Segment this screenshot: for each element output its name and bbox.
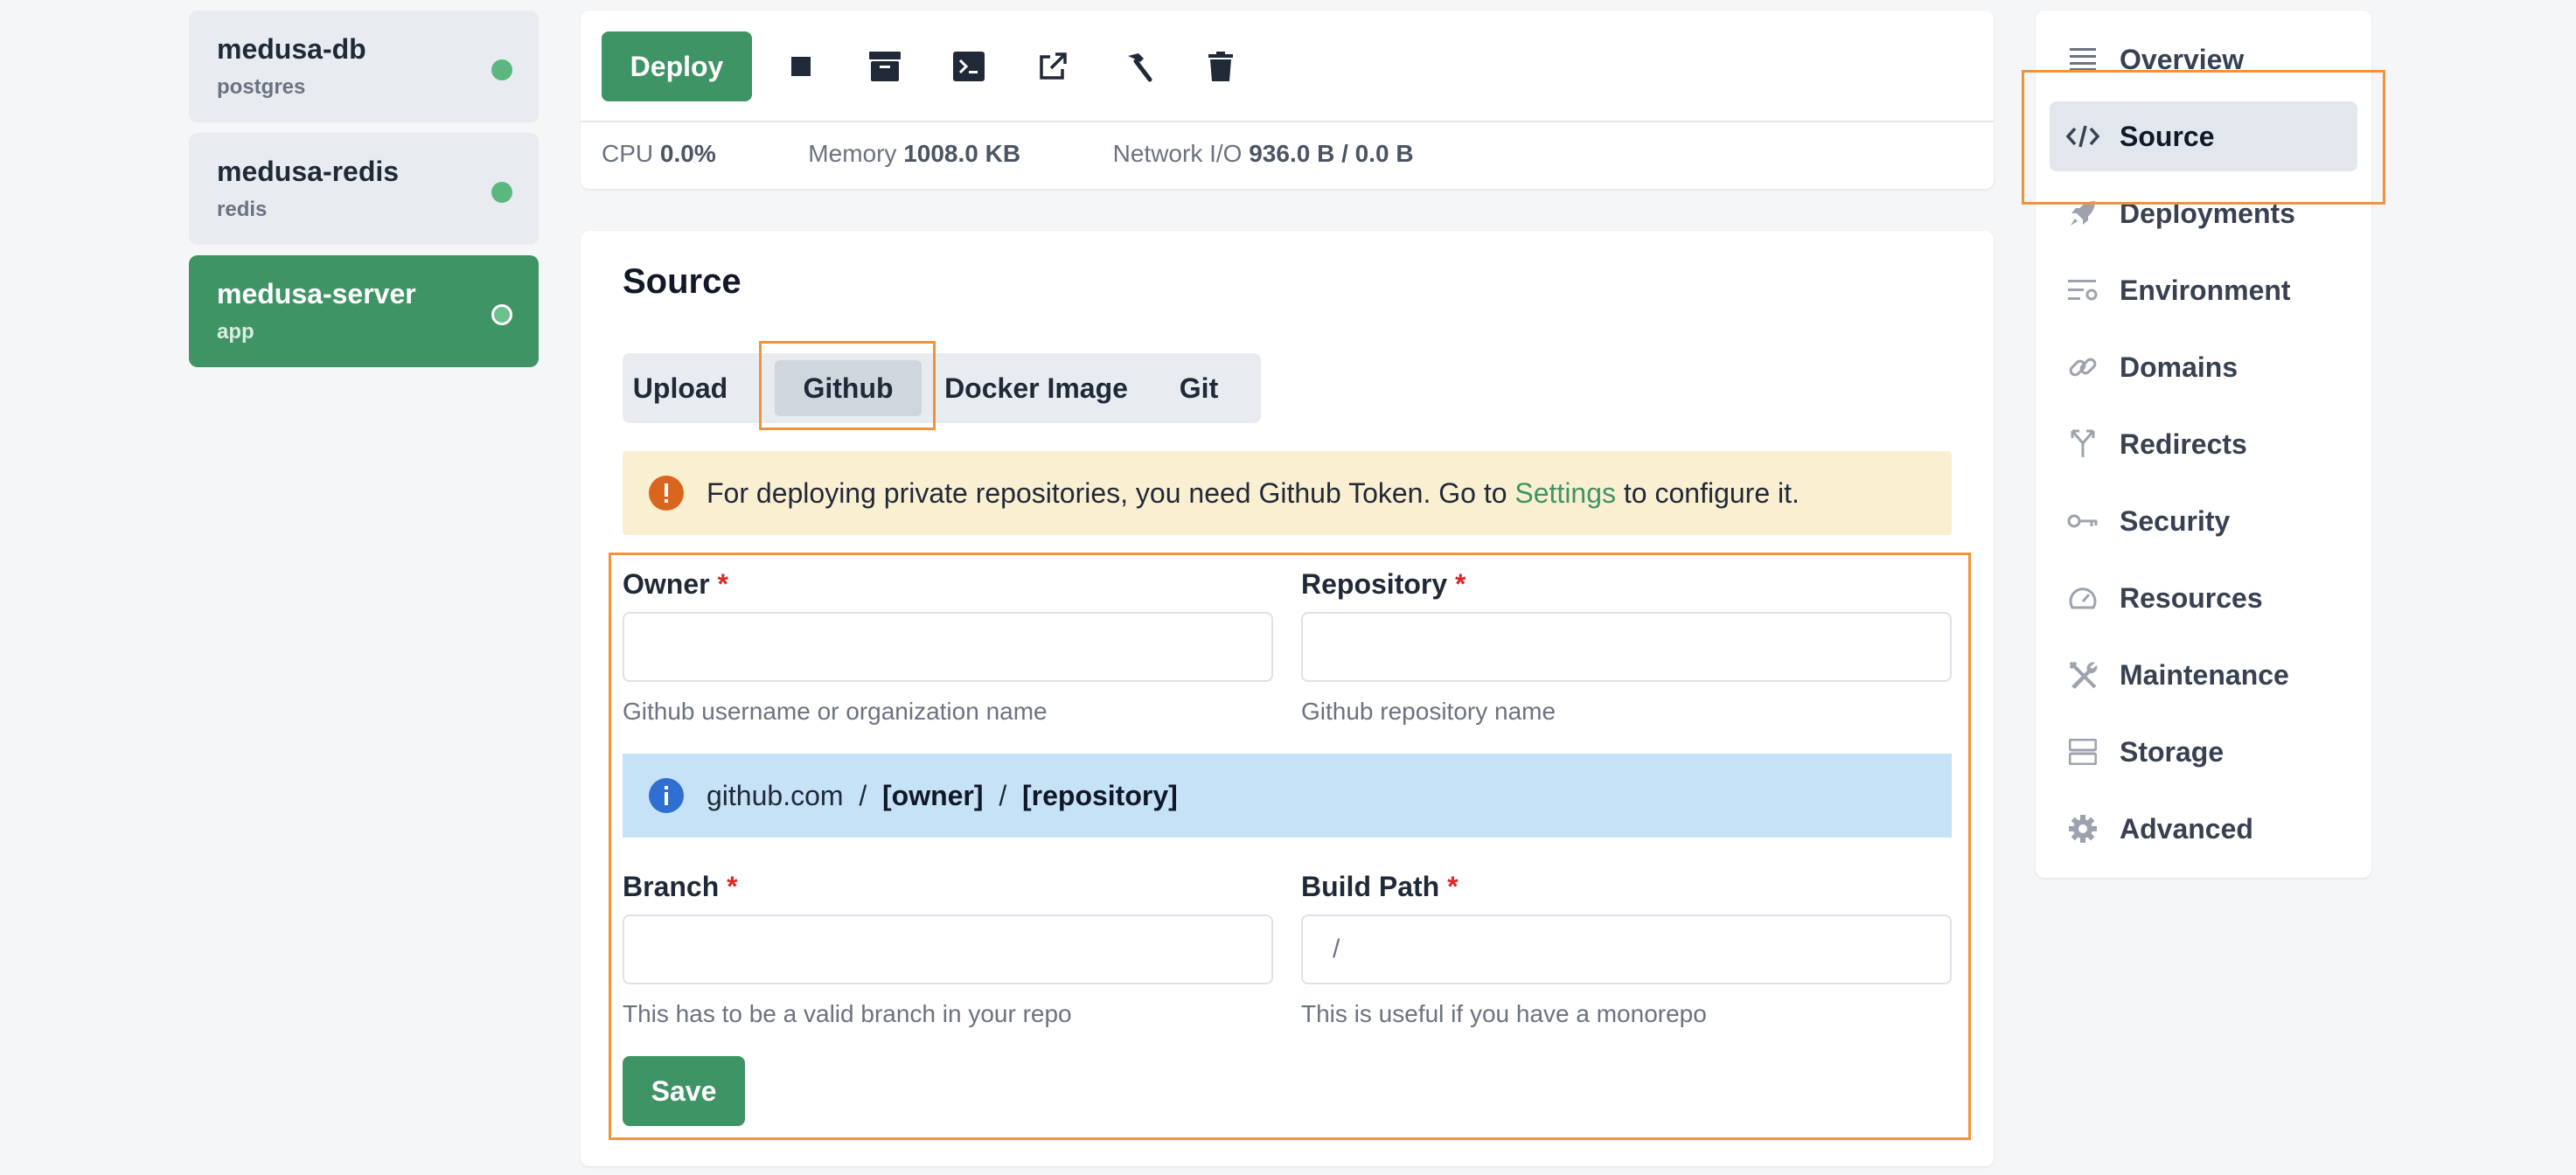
service-item-medusa-redis[interactable]: medusa-redis redis	[189, 133, 539, 245]
warning-icon	[649, 476, 684, 511]
env-settings-icon	[2065, 273, 2100, 308]
save-button[interactable]: Save	[623, 1056, 745, 1126]
service-type: postgres	[217, 75, 306, 99]
deploy-button[interactable]: Deploy	[602, 31, 752, 101]
nav-item-redirects[interactable]: Redirects	[2050, 409, 2357, 479]
nav-label: Resources	[2120, 582, 2263, 614]
hammer-icon[interactable]	[1110, 40, 1163, 93]
branch-input[interactable]	[623, 914, 1273, 984]
tab-docker-image[interactable]: Docker Image	[936, 353, 1137, 423]
service-type: app	[217, 320, 254, 344]
nav-label: Advanced	[2120, 813, 2253, 845]
owner-hint: Github username or organization name	[623, 698, 1048, 725]
github-token-warning: For deploying private repositories, you …	[623, 451, 1952, 535]
url-domain: github.com	[707, 780, 844, 811]
rocket-icon	[2065, 196, 2100, 231]
status-dot-icon	[491, 304, 512, 325]
repo-url-preview: github.com / [owner] / [repository]	[623, 754, 1952, 838]
nav-item-advanced[interactable]: Advanced	[2050, 794, 2357, 864]
trash-icon[interactable]	[1194, 40, 1247, 93]
nav-item-source[interactable]: Source	[2050, 101, 2357, 171]
service-item-medusa-server[interactable]: medusa-server app	[189, 255, 539, 367]
repository-input[interactable]	[1301, 612, 1952, 682]
branch-label: Branch *	[623, 871, 738, 902]
key-icon	[2065, 504, 2100, 539]
tab-git[interactable]: Git	[1159, 353, 1238, 423]
stop-icon[interactable]	[775, 40, 827, 93]
build-path-label: Build Path *	[1301, 871, 1459, 902]
nav-label: Environment	[2120, 275, 2291, 306]
nav-item-overview[interactable]: Overview	[2050, 24, 2357, 94]
url-owner: [owner]	[881, 780, 984, 811]
url-repository: [repository]	[1021, 780, 1178, 811]
gauge-icon	[2065, 581, 2100, 615]
tools-icon	[2065, 657, 2100, 692]
nav-item-maintenance[interactable]: Maintenance	[2050, 640, 2357, 710]
settings-link[interactable]: Settings	[1514, 477, 1616, 509]
info-icon	[649, 778, 684, 813]
warning-text-end: to configure it.	[1616, 477, 1800, 509]
nav-item-environment[interactable]: Environment	[2050, 255, 2357, 325]
cpu-label: CPU	[602, 140, 654, 167]
list-icon	[2065, 42, 2100, 77]
repository-label: Repository *	[1301, 568, 1466, 600]
repository-hint: Github repository name	[1301, 698, 1556, 725]
service-item-medusa-db[interactable]: medusa-db postgres	[189, 10, 539, 122]
link-icon	[2065, 350, 2100, 385]
build-path-hint: This is useful if you have a monorepo	[1301, 1000, 1707, 1027]
owner-input[interactable]	[623, 612, 1273, 682]
branch-hint: This has to be a valid branch in your re…	[623, 1000, 1072, 1027]
nav-label: Maintenance	[2120, 659, 2289, 691]
memory-label: Memory	[808, 140, 897, 167]
source-tabs: Upload Github Docker Image Git	[623, 353, 1261, 423]
nav-item-deployments[interactable]: Deployments	[2050, 178, 2357, 248]
service-name: medusa-redis	[217, 156, 400, 187]
nav-label: Source	[2120, 121, 2215, 152]
nav-item-security[interactable]: Security	[2050, 486, 2357, 556]
nav-label: Domains	[2120, 351, 2238, 383]
nav-item-storage[interactable]: Storage	[2050, 717, 2357, 787]
service-name: medusa-db	[217, 33, 366, 65]
owner-label: Owner *	[623, 568, 728, 600]
tab-upload[interactable]: Upload	[631, 353, 729, 423]
resource-stats: CPU 0.0% Memory 1008.0 KB Network I/O 93…	[602, 140, 1414, 168]
code-icon	[2065, 119, 2100, 154]
nav-label: Redirects	[2120, 428, 2247, 460]
network-value: 936.0 B / 0.0 B	[1249, 140, 1414, 167]
status-dot-icon	[491, 59, 512, 80]
url-separator: /	[999, 780, 1007, 811]
nav-label: Security	[2120, 505, 2231, 537]
external-link-icon[interactable]	[1027, 40, 1079, 93]
warning-text: For deploying private repositories, you …	[707, 477, 1515, 509]
service-name: medusa-server	[217, 278, 416, 309]
nav-label: Overview	[2120, 44, 2245, 75]
service-type: redis	[217, 198, 268, 221]
redirect-icon	[2065, 427, 2100, 462]
nav-item-domains[interactable]: Domains	[2050, 332, 2357, 402]
terminal-icon[interactable]	[943, 40, 995, 93]
nav-label: Storage	[2120, 736, 2224, 768]
nav-label: Deployments	[2120, 198, 2295, 229]
status-dot-icon	[491, 182, 512, 203]
tab-github[interactable]: Github	[775, 360, 922, 416]
build-path-input[interactable]: /	[1301, 914, 1952, 984]
network-label: Network I/O	[1112, 140, 1243, 167]
divider	[581, 121, 1994, 122]
storage-icon	[2065, 734, 2100, 769]
url-separator: /	[859, 780, 867, 811]
memory-value: 1008.0 KB	[903, 140, 1021, 167]
cpu-value: 0.0%	[659, 140, 716, 167]
archive-icon[interactable]	[859, 40, 911, 93]
page-title: Source	[623, 262, 741, 301]
gear-icon	[2065, 811, 2100, 846]
nav-item-resources[interactable]: Resources	[2050, 563, 2357, 633]
